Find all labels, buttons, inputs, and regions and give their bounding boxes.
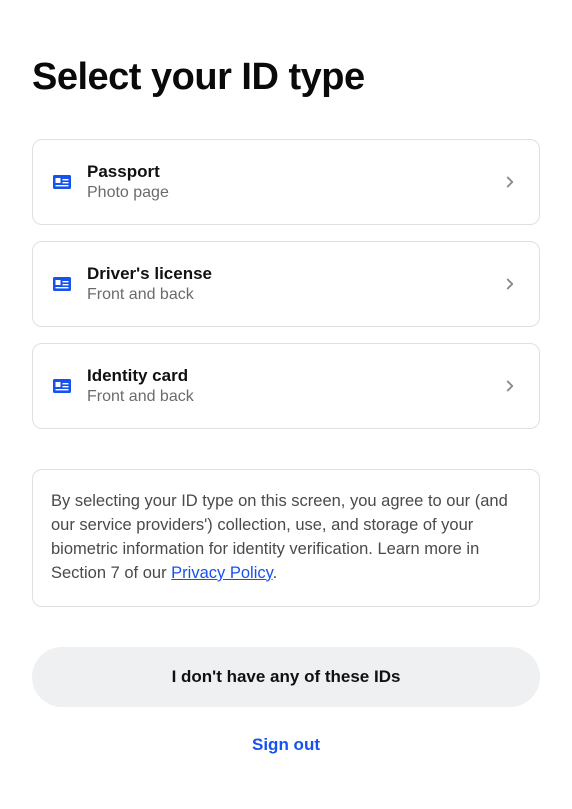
no-id-button[interactable]: I don't have any of these IDs: [32, 647, 540, 707]
disclosure-text-after: .: [273, 564, 278, 582]
id-card-icon: [53, 277, 71, 291]
id-option-title: Identity card: [87, 366, 501, 386]
page-title: Select your ID type: [32, 56, 540, 99]
id-option-text: Passport Photo page: [87, 162, 501, 202]
biometric-disclosure: By selecting your ID type on this screen…: [32, 469, 540, 607]
sign-out-button[interactable]: Sign out: [32, 735, 540, 755]
id-option-subtitle: Front and back: [87, 388, 501, 406]
id-option-drivers-license[interactable]: Driver's license Front and back: [32, 241, 540, 327]
privacy-policy-link[interactable]: Privacy Policy: [171, 564, 272, 582]
id-option-subtitle: Photo page: [87, 184, 501, 202]
disclosure-text: By selecting your ID type on this screen…: [51, 492, 508, 582]
id-card-icon: [53, 379, 71, 393]
id-option-list: Passport Photo page Driver's license Fro…: [32, 139, 540, 429]
id-option-title: Driver's license: [87, 264, 501, 284]
chevron-right-icon: [501, 173, 519, 191]
id-option-identity-card[interactable]: Identity card Front and back: [32, 343, 540, 429]
id-option-text: Identity card Front and back: [87, 366, 501, 406]
id-option-passport[interactable]: Passport Photo page: [32, 139, 540, 225]
id-option-subtitle: Front and back: [87, 286, 501, 304]
id-option-title: Passport: [87, 162, 501, 182]
chevron-right-icon: [501, 377, 519, 395]
id-card-icon: [53, 175, 71, 189]
id-option-text: Driver's license Front and back: [87, 264, 501, 304]
chevron-right-icon: [501, 275, 519, 293]
